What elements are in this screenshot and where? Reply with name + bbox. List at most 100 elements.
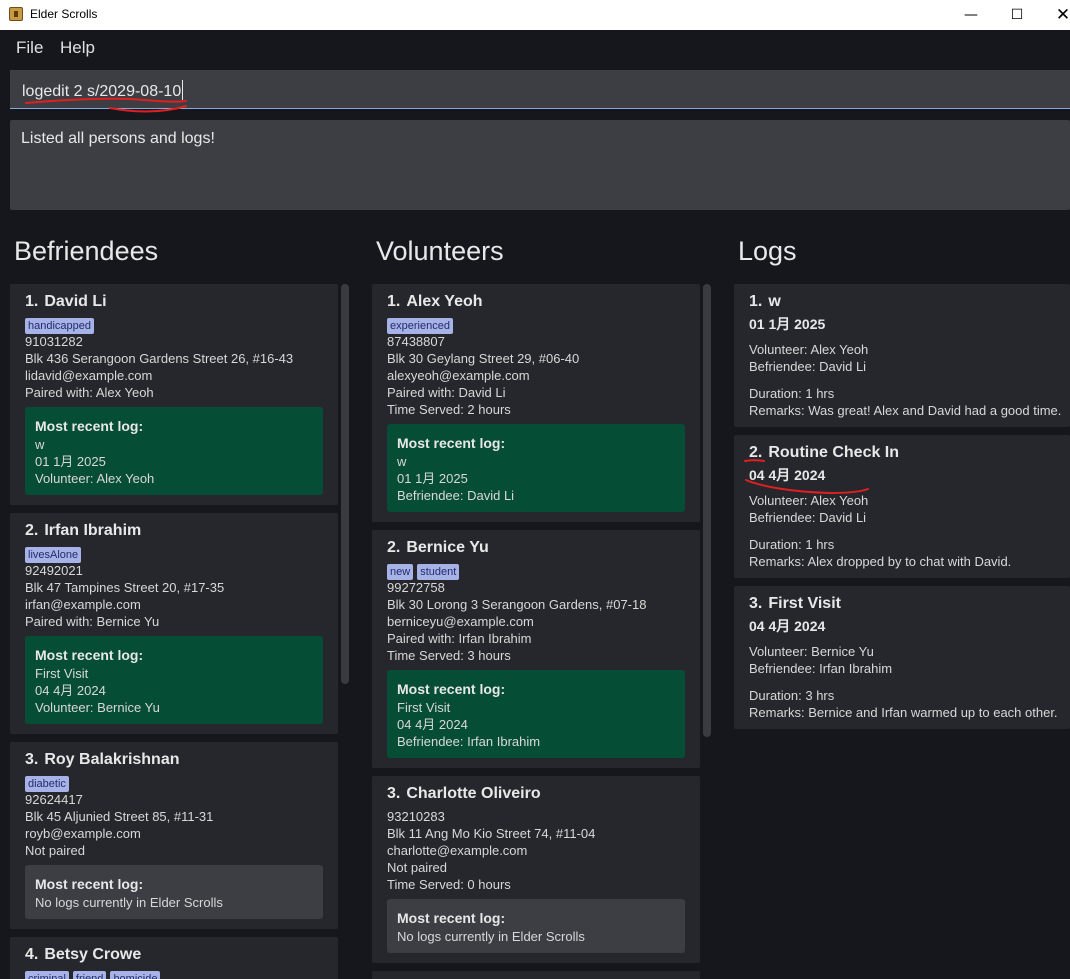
log-card[interactable]: 3. First Visit 04 4月 2024 Volunteer: Bern…	[734, 586, 1070, 729]
tag-list: diabetic	[25, 774, 323, 792]
phone: 92492021	[25, 563, 83, 578]
phone: 93210283	[387, 809, 445, 824]
scroll-thumb[interactable]	[703, 284, 711, 737]
log-name: 2. Routine Check In	[749, 444, 900, 461]
recent-log-date: 04 4月 2024	[35, 683, 106, 698]
title-bar: Elder Scrolls — ☐ ✕	[0, 0, 1070, 30]
log-name: 1. w	[749, 293, 781, 310]
email: alexyeoh@example.com	[387, 368, 530, 383]
log-remarks: Remarks: Was great! Alex and David had a…	[749, 403, 1062, 418]
phone: 87438807	[387, 334, 445, 349]
close-button[interactable]: ✕	[1040, 0, 1070, 30]
address: Blk 436 Serangoon Gardens Street 26, #16…	[25, 351, 294, 366]
log-volunteer: Volunteer: Alex Yeoh	[749, 493, 869, 508]
no-logs-message: No logs currently in Elder Scrolls	[397, 929, 585, 944]
befriendee-card[interactable]: 2. Irfan Ibrahim livesAlone 92492021 Blk …	[10, 513, 338, 734]
tag: experienced	[387, 318, 453, 334]
tag-list: livesAlone	[25, 545, 323, 563]
log-duration: Duration: 1 hrs	[749, 386, 835, 401]
recent-log-befriendee: Befriendee: David Li	[397, 488, 515, 503]
volunteer-card[interactable]	[372, 971, 700, 979]
time-served: Time Served: 0 hours	[387, 877, 511, 892]
log-befriendee: Befriendee: David Li	[749, 359, 867, 374]
scroll-thumb[interactable]	[341, 284, 349, 684]
log-remarks: Remarks: Bernice and Irfan warmed up to …	[749, 705, 1058, 720]
maximize-button[interactable]: ☐	[994, 0, 1040, 30]
time-served: Time Served: 3 hours	[387, 648, 511, 663]
most-recent-log: Most recent log: First Visit 04 4月 2024 …	[25, 636, 323, 724]
tag-list: new student	[387, 562, 685, 580]
recent-log-volunteer: Volunteer: Alex Yeoh	[35, 471, 155, 486]
befriendees-heading: Befriendees	[14, 236, 159, 266]
command-text: logedit 2 s/2029-08-10	[22, 80, 184, 101]
most-recent-log: Most recent log: First Visit 04 4月 2024 …	[387, 670, 685, 758]
address: Blk 47 Tampines Street 20, #17-35	[25, 580, 225, 595]
recent-log-name: w	[397, 454, 407, 469]
log-volunteer: Volunteer: Alex Yeoh	[749, 342, 869, 357]
befriendee-scrollbar[interactable]	[341, 284, 349, 979]
befriendee-card[interactable]: 3. Roy Balakrishnan diabetic 92624417 Blk…	[10, 742, 338, 929]
address: Blk 11 Ang Mo Kio Street 74, #11-04	[387, 826, 596, 841]
log-remarks: Remarks: Alex dropped by to chat with Da…	[749, 554, 1012, 569]
volunteer-name: 2. Bernice Yu	[387, 539, 489, 556]
log-card[interactable]: 1. w 01 1月 2025 Volunteer: Alex Yeoh Befr…	[734, 284, 1070, 427]
address: Blk 45 Aljunied Street 85, #11-31	[25, 809, 214, 824]
tag: student	[417, 564, 460, 580]
email: charlotte@example.com	[387, 843, 528, 858]
result-display[interactable]: Listed all persons and logs!	[10, 120, 1070, 210]
recent-log-date: 04 4月 2024	[397, 717, 468, 732]
logs-heading: Logs	[738, 236, 797, 266]
volunteer-list[interactable]: 1. Alex Yeoh experienced 87438807 Blk 30 …	[372, 284, 700, 979]
text-caret	[182, 80, 184, 100]
tag-list: experienced	[387, 316, 685, 334]
most-recent-log-title: Most recent log:	[397, 435, 506, 451]
volunteers-heading: Volunteers	[376, 236, 504, 266]
phone: 91031282	[25, 334, 83, 349]
volunteer-card[interactable]: 1. Alex Yeoh experienced 87438807 Blk 30 …	[372, 284, 700, 522]
befriendee-list[interactable]: 1. David Li handicapped 91031282 Blk 436 …	[10, 284, 338, 979]
no-logs-message: No logs currently in Elder Scrolls	[35, 895, 223, 910]
log-duration: Duration: 3 hrs	[749, 688, 835, 703]
recent-log-date: 01 1月 2025	[397, 471, 468, 486]
log-list[interactable]: 1. w 01 1月 2025 Volunteer: Alex Yeoh Befr…	[734, 284, 1070, 979]
menu-bar: File Help	[0, 30, 1070, 64]
minimize-button[interactable]: —	[948, 0, 994, 30]
befriendee-name: 1. David Li	[25, 293, 107, 310]
email: lidavid@example.com	[25, 368, 153, 383]
befriendee-card[interactable]: 4. Betsy Crowe criminal friend homicide	[10, 937, 338, 979]
volunteer-card[interactable]: 2. Bernice Yu new student 99272758 Blk 30 …	[372, 530, 700, 768]
menu-file[interactable]: File	[16, 38, 43, 58]
most-recent-log: Most recent log: w 01 1月 2025 Volunteer:…	[25, 407, 323, 495]
menu-help[interactable]: Help	[60, 38, 95, 58]
phone: 99272758	[387, 580, 445, 595]
app-icon	[9, 7, 23, 21]
volunteer-card[interactable]: 3. Charlotte Oliveiro 93210283 Blk 11 Ang…	[372, 776, 700, 963]
tag: criminal	[25, 971, 69, 979]
most-recent-log-title: Most recent log:	[35, 418, 144, 434]
tag: livesAlone	[25, 547, 82, 563]
recent-log-volunteer: Volunteer: Bernice Yu	[35, 700, 160, 715]
tag: new	[387, 564, 414, 580]
log-date: 01 1月 2025	[749, 316, 826, 332]
befriendee-card[interactable]: 1. David Li handicapped 91031282 Blk 436 …	[10, 284, 338, 505]
most-recent-log: Most recent log: w 01 1月 2025 Befriendee…	[387, 424, 685, 512]
paired-status: Not paired	[25, 843, 85, 858]
paired-status: Paired with: Irfan Ibrahim	[387, 631, 532, 646]
paired-status: Paired with: David Li	[387, 385, 506, 400]
recent-log-name: w	[35, 437, 45, 452]
volunteer-scrollbar[interactable]	[703, 284, 711, 979]
log-name: 3. First Visit	[749, 595, 841, 612]
befriendee-name: 4. Betsy Crowe	[25, 946, 142, 963]
phone: 92624417	[25, 792, 83, 807]
most-recent-log: Most recent log: No logs currently in El…	[387, 899, 685, 953]
email: royb@example.com	[25, 826, 141, 841]
recent-log-name: First Visit	[397, 700, 451, 715]
result-text: Listed all persons and logs!	[21, 130, 215, 147]
tag: diabetic	[25, 776, 69, 792]
log-card[interactable]: 2. Routine Check In 04 4月 2024 Volunteer:…	[734, 435, 1070, 578]
address: Blk 30 Geylang Street 29, #06-40	[387, 351, 580, 366]
log-befriendee: Befriendee: Irfan Ibrahim	[749, 661, 893, 676]
email: irfan@example.com	[25, 597, 141, 612]
command-input[interactable]: logedit 2 s/2029-08-10	[10, 70, 1070, 109]
recent-log-date: 01 1月 2025	[35, 454, 106, 469]
